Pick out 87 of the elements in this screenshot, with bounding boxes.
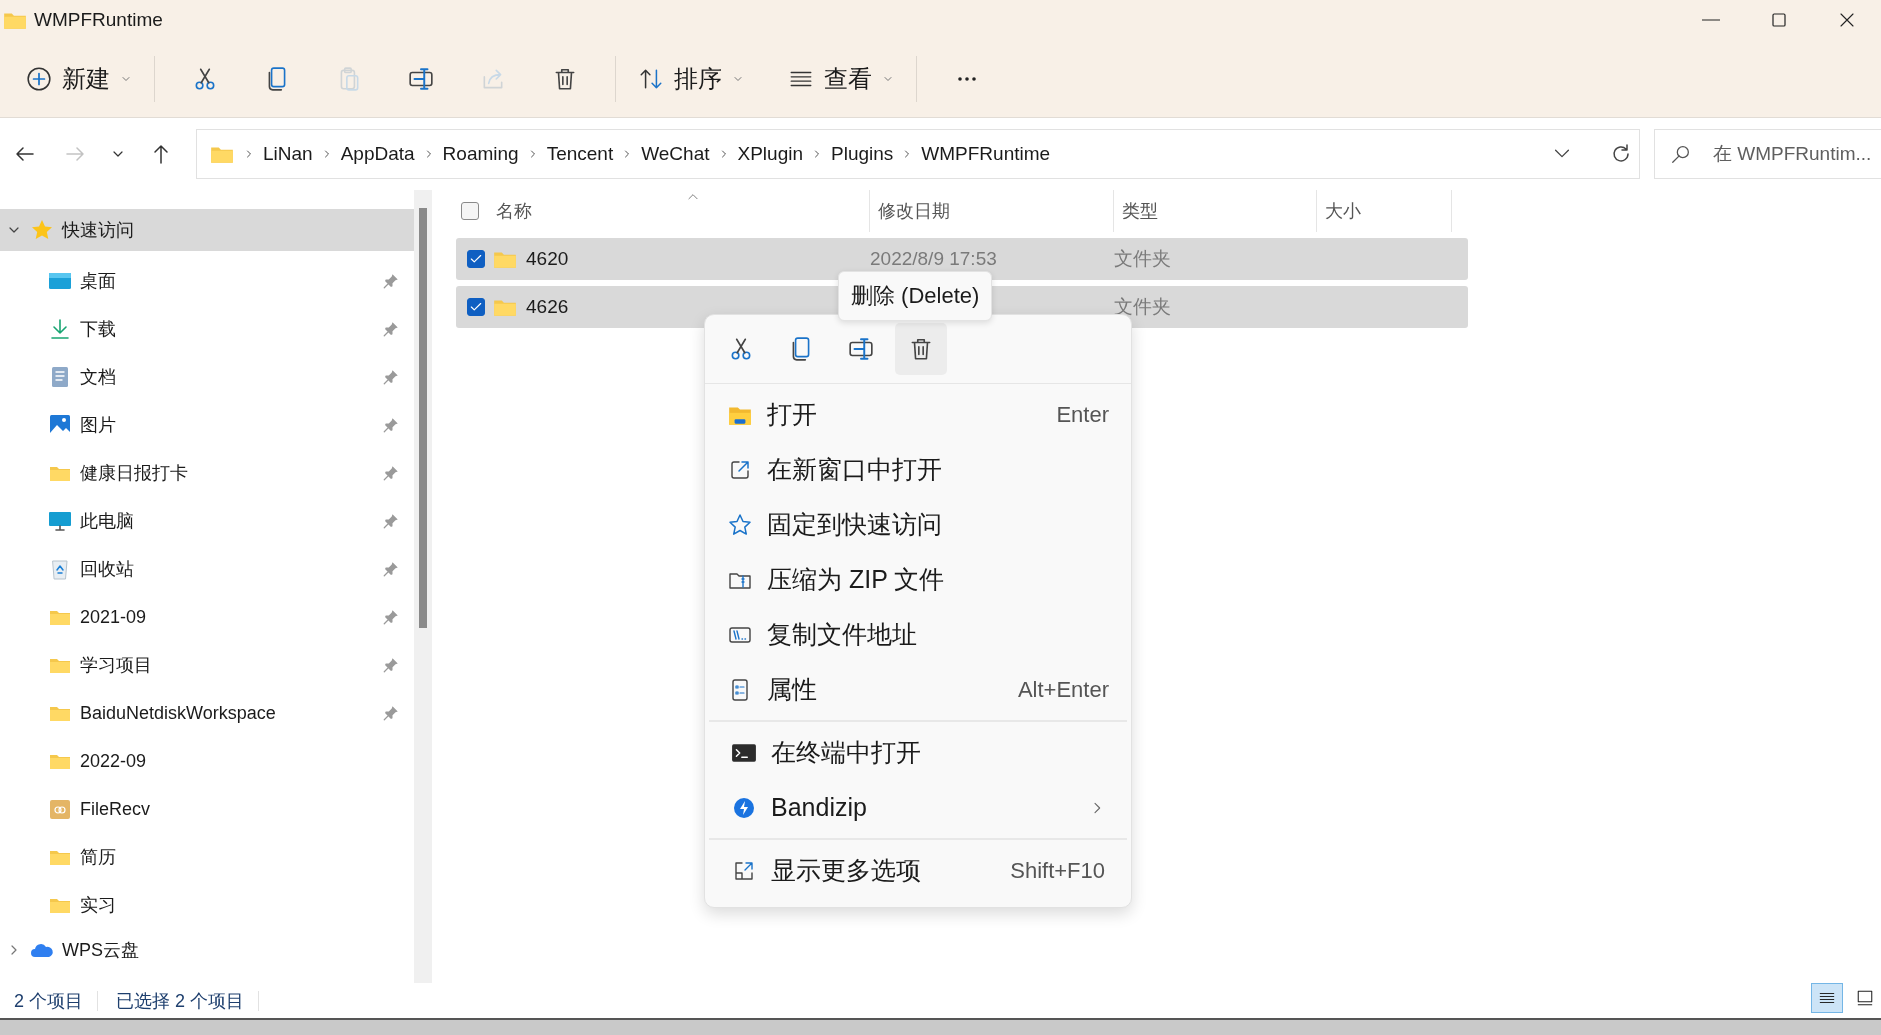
- sidebar-item[interactable]: 实习: [80, 893, 400, 917]
- search-field[interactable]: 在 WMPFRuntim...: [1654, 129, 1881, 179]
- sidebar-item[interactable]: 学习项目: [80, 653, 374, 677]
- sort-button[interactable]: 排序: [630, 54, 752, 103]
- file-row[interactable]: 4620 2022/8/9 17:53 文件夹: [456, 238, 1468, 280]
- breadcrumb[interactable]: Tencent: [546, 143, 614, 165]
- plus-circle-icon: [26, 65, 52, 92]
- check-icon: [469, 252, 483, 266]
- view-toggle-button[interactable]: [1811, 983, 1843, 1013]
- row-checkbox[interactable]: [467, 298, 485, 316]
- pin-icon: [382, 608, 400, 626]
- menu-item[interactable]: 打开 Enter: [705, 387, 1131, 442]
- star-icon: [30, 218, 54, 242]
- pin-icon: [382, 416, 400, 434]
- column-header[interactable]: 类型: [1122, 199, 1158, 223]
- scrollbar-thumb[interactable]: [419, 208, 427, 628]
- sidebar-item[interactable]: 桌面: [80, 269, 374, 293]
- sidebar-item[interactable]: 快速访问: [0, 209, 414, 251]
- table-cell-text: 文件夹: [1114, 247, 1171, 271]
- rename-icon: [848, 336, 874, 362]
- pin-icon: [382, 512, 400, 530]
- tooltip: 删除 (Delete): [838, 271, 993, 321]
- menu-action-button[interactable]: [895, 323, 947, 375]
- window-title: WMPFRuntime: [34, 9, 163, 31]
- breadcrumb[interactable]: WMPFRuntime: [921, 143, 1051, 165]
- sidebar-item[interactable]: FileRecv: [80, 798, 400, 820]
- menu-item[interactable]: 属性 Alt+Enter: [705, 662, 1131, 717]
- sidebar-item[interactable]: 简历: [80, 845, 400, 869]
- filerecv-folder-icon: [48, 797, 72, 821]
- table-cell: 2022/8/9 17:53: [870, 248, 997, 270]
- sidebar-item[interactable]: BaiduNetdiskWorkspace: [80, 702, 374, 724]
- sidebar-item[interactable]: 文档: [80, 365, 374, 389]
- check-icon: [469, 300, 483, 314]
- sidebar-item[interactable]: 健康日报打卡: [80, 461, 374, 485]
- monitor-icon: [48, 509, 72, 533]
- column-header[interactable]: 名称: [496, 199, 532, 223]
- bandizip-icon: [732, 795, 756, 820]
- sidebar-item[interactable]: 2022-09: [80, 750, 400, 772]
- minimize-icon: [1702, 19, 1720, 21]
- pin-icon: [382, 704, 400, 722]
- address-bar[interactable]: LiNan AppData Roaming Tencent WeChat XPlugin Plugins WMPFRuntime: [196, 129, 1640, 179]
- file-name: 4620: [526, 248, 569, 270]
- menu-item[interactable]: 压缩为 ZIP 文件: [705, 552, 1131, 607]
- file-name: 4626: [526, 296, 569, 318]
- menu-item[interactable]: 固定到快速访问: [705, 497, 1131, 552]
- pin-icon: [382, 464, 400, 482]
- close-icon: [1838, 11, 1856, 29]
- sidebar-item[interactable]: 下载: [80, 317, 374, 341]
- pin-icon: [382, 320, 400, 338]
- breadcrumb[interactable]: XPlugin: [737, 143, 803, 165]
- menu-item[interactable]: 在终端中打开: [709, 725, 1127, 780]
- search-icon: [1670, 143, 1692, 165]
- star-outline-icon: [728, 512, 752, 537]
- tiles-view-icon: [1856, 988, 1874, 1008]
- sidebar-label: 快速访问: [62, 219, 134, 242]
- pin-icon: [382, 272, 400, 290]
- picture-icon: [48, 413, 72, 437]
- breadcrumb[interactable]: LiNan: [263, 143, 313, 165]
- menu-item[interactable]: 显示更多选项 Shift+F10: [709, 843, 1127, 898]
- breadcrumb[interactable]: AppData: [340, 143, 415, 165]
- menu-item[interactable]: 在新窗口中打开: [705, 442, 1131, 497]
- breadcrumb[interactable]: Roaming: [442, 143, 519, 165]
- item-count: 2 个项目: [14, 989, 84, 1013]
- select-all-checkbox[interactable]: [461, 202, 479, 220]
- view-button[interactable]: 查看: [780, 54, 902, 103]
- sidebar-item[interactable]: 此电脑: [80, 509, 374, 533]
- maximize-icon: [1770, 11, 1788, 29]
- new-button[interactable]: 新建: [18, 54, 140, 103]
- menu-item[interactable]: 复制文件地址: [705, 607, 1131, 662]
- column-header[interactable]: 修改日期: [878, 199, 950, 223]
- sidebar-item[interactable]: 回收站: [80, 557, 374, 581]
- sidebar-item[interactable]: 2021-09: [80, 606, 374, 628]
- column-header[interactable]: 大小: [1325, 199, 1361, 223]
- sidebar-item[interactable]: WPS云盘: [0, 929, 414, 971]
- sidebar-item[interactable]: 图片: [80, 413, 374, 437]
- breadcrumb[interactable]: WeChat: [641, 143, 710, 165]
- pin-icon: [382, 368, 400, 386]
- pin-icon: [382, 656, 400, 674]
- sidebar-label: WPS云盘: [62, 939, 139, 962]
- pin-icon: [382, 560, 400, 578]
- more-icon: [956, 76, 978, 81]
- menu-item[interactable]: Bandizip: [709, 780, 1127, 835]
- rename-icon: [408, 65, 434, 92]
- breadcrumb[interactable]: Plugins: [831, 143, 894, 165]
- download-icon: [48, 317, 72, 341]
- row-checkbox[interactable]: [467, 250, 485, 268]
- selection-count: 已选择 2 个项目: [116, 989, 246, 1013]
